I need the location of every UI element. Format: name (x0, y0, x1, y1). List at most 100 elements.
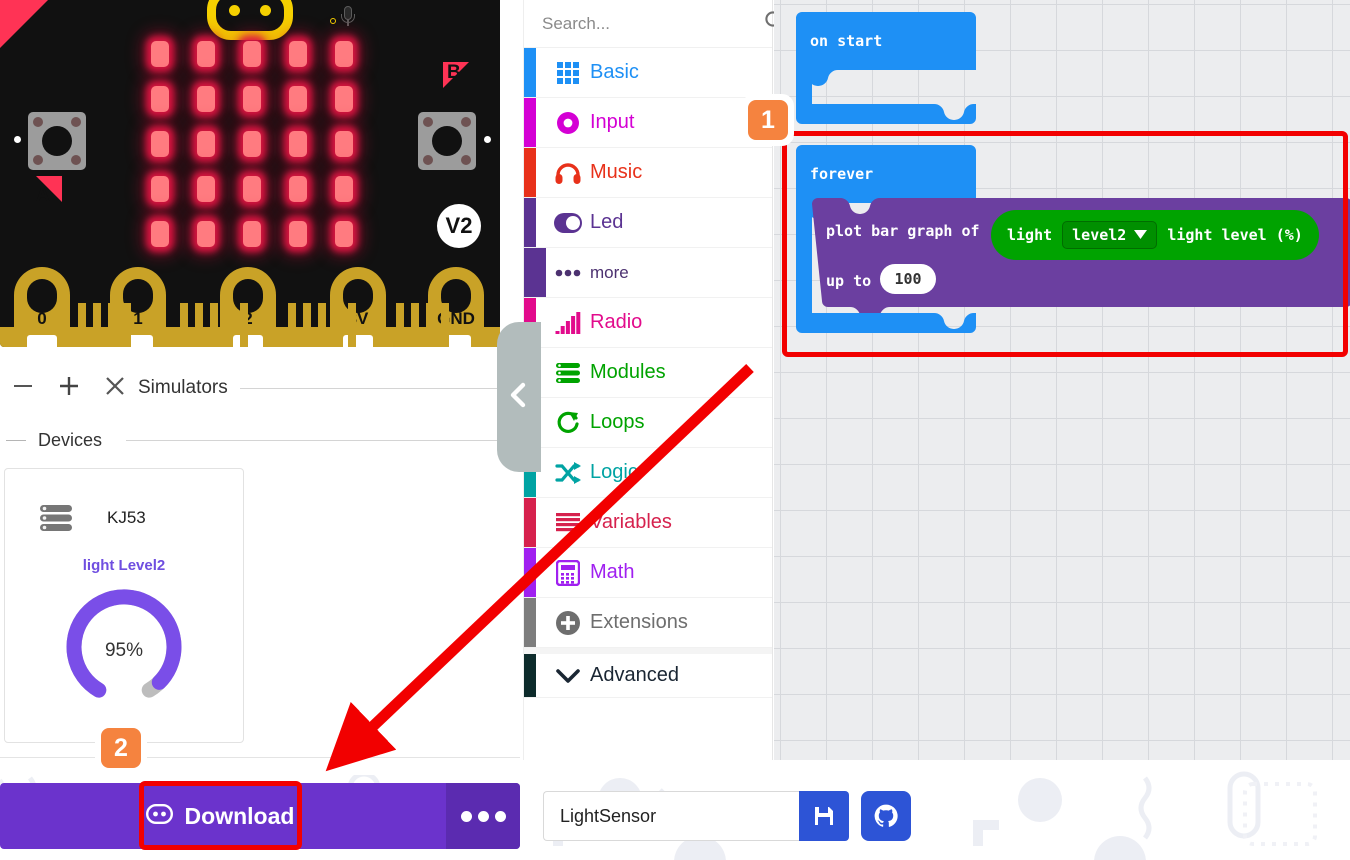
button-b-label: B (447, 62, 461, 83)
category-label: Modules (590, 361, 666, 383)
pin-small (180, 303, 188, 347)
led-2-1 (197, 131, 215, 157)
toolbox-category-more[interactable]: more (524, 248, 772, 298)
pin-GND[interactable]: GND (428, 267, 484, 347)
pin-label: 1 (133, 309, 143, 328)
devices-dash (6, 439, 26, 441)
microbit-simulator-board[interactable]: A B V2 0 1 2 3V GND (0, 0, 500, 347)
ellipsis-icon (477, 810, 489, 822)
toolbox-collapse-handle[interactable] (497, 322, 541, 472)
add-simulator-button[interactable] (46, 373, 92, 404)
led-2-0 (151, 131, 169, 157)
panel-divider (0, 757, 520, 758)
chevron-left-icon (506, 379, 532, 416)
headphones-icon (546, 161, 590, 185)
blocks-toolbox[interactable]: Basic Input Music Led more Radio Modules Loops L… (523, 0, 786, 760)
search-input[interactable] (542, 13, 763, 34)
toolbox-category-input[interactable]: Input (524, 98, 772, 148)
pin-notch (27, 335, 57, 347)
grid-icon (546, 61, 590, 85)
button-a-core[interactable] (42, 126, 72, 156)
led-4-3 (289, 221, 307, 247)
category-color-stripe (524, 548, 536, 597)
pin-small (195, 303, 203, 347)
toolbox-category-variables[interactable]: Variables (524, 498, 772, 548)
toolbox-category-advanced[interactable]: Advanced (524, 648, 772, 698)
button-a[interactable] (28, 112, 86, 170)
led-3-1 (197, 176, 215, 202)
pin-hole (233, 279, 263, 313)
toolbox-category-basic[interactable]: Basic (524, 48, 772, 98)
toolbox-category-logic[interactable]: Logic (524, 448, 772, 498)
pin-1[interactable]: 1 (110, 267, 166, 347)
button-b-core[interactable] (432, 126, 462, 156)
category-label: Radio (590, 311, 643, 333)
led-1-1 (197, 86, 215, 112)
edge-connector-pins: 0 1 2 3V GND (0, 257, 500, 347)
chevron-down-icon (546, 667, 590, 685)
led-1-0 (151, 86, 169, 112)
microbit-logo-face (207, 0, 293, 40)
btn-pin (33, 155, 43, 165)
led-1-2 (243, 86, 261, 112)
pin-label: 0 (37, 309, 47, 328)
step-badge-2: 2 (95, 722, 147, 774)
toolbox-search-bar[interactable] (524, 0, 786, 48)
forever-block-highlight (782, 131, 1348, 357)
toggle-icon (546, 212, 590, 233)
github-button[interactable] (861, 791, 911, 841)
btn-pin (423, 155, 433, 165)
more-options-button[interactable] (446, 783, 520, 849)
close-simulator-button[interactable] (92, 373, 138, 404)
led-0-2 (243, 41, 261, 67)
microphone-stem (347, 19, 349, 26)
simulators-header: Simulators (0, 368, 500, 408)
device-card[interactable]: KJ53 light Level2 95% (4, 468, 244, 743)
toolbox-category-music[interactable]: Music (524, 148, 772, 198)
device-name-row: KJ53 (39, 504, 146, 532)
step-badge-1-number: 1 (748, 100, 788, 140)
pin-small (396, 303, 404, 347)
board-dot-left (14, 136, 21, 143)
pin-small (93, 303, 101, 347)
led-3-2 (243, 176, 261, 202)
toolbox-category-radio[interactable]: Radio (524, 298, 772, 348)
ellipsis-icon (460, 810, 472, 822)
pin-small (318, 303, 326, 347)
pin-small (108, 303, 116, 347)
block-on-start[interactable]: on start (790, 10, 990, 135)
toolbox-category-loops[interactable]: Loops (524, 398, 772, 448)
ellipsis-icon (546, 268, 590, 278)
toolbox-category-extensions[interactable]: Extensions (524, 598, 772, 648)
led-4-2 (243, 221, 261, 247)
logo-eye-left (229, 5, 240, 16)
stack-icon (546, 362, 590, 384)
pin-small (411, 303, 419, 347)
toolbox-category-led[interactable]: Led (524, 198, 772, 248)
github-icon (874, 804, 898, 827)
simulators-title: Simulators (138, 377, 228, 398)
toolbox-category-math[interactable]: Math (524, 548, 772, 598)
project-name-input[interactable] (543, 791, 799, 841)
save-project-button[interactable] (799, 791, 849, 841)
logo-eye-right (260, 5, 271, 16)
category-color-stripe (524, 98, 536, 147)
pin-small (210, 303, 218, 347)
pin-0[interactable]: 0 (14, 267, 70, 347)
led-0-0 (151, 41, 169, 67)
toolbox-category-modules[interactable]: Modules (524, 348, 772, 398)
board-dot-right (484, 136, 491, 143)
button-b[interactable] (418, 112, 476, 170)
category-label: Led (590, 211, 624, 233)
ellipsis-icon (494, 810, 506, 822)
led-2-4 (335, 131, 353, 157)
simulator-column: A B V2 0 1 2 3V GND Simulators Devices K… (0, 0, 520, 775)
led-matrix[interactable] (146, 36, 358, 252)
minimize-simulator-button[interactable] (0, 373, 46, 404)
pin-small (441, 303, 449, 347)
pin-notch (233, 335, 263, 347)
blocks-workspace[interactable]: on start forever plot bar graph of up to… (774, 0, 1350, 760)
loop-icon (546, 410, 590, 436)
pin-small (240, 303, 248, 347)
toolbox-category-list[interactable]: Basic Input Music Led more Radio Modules Loops L… (524, 48, 772, 698)
